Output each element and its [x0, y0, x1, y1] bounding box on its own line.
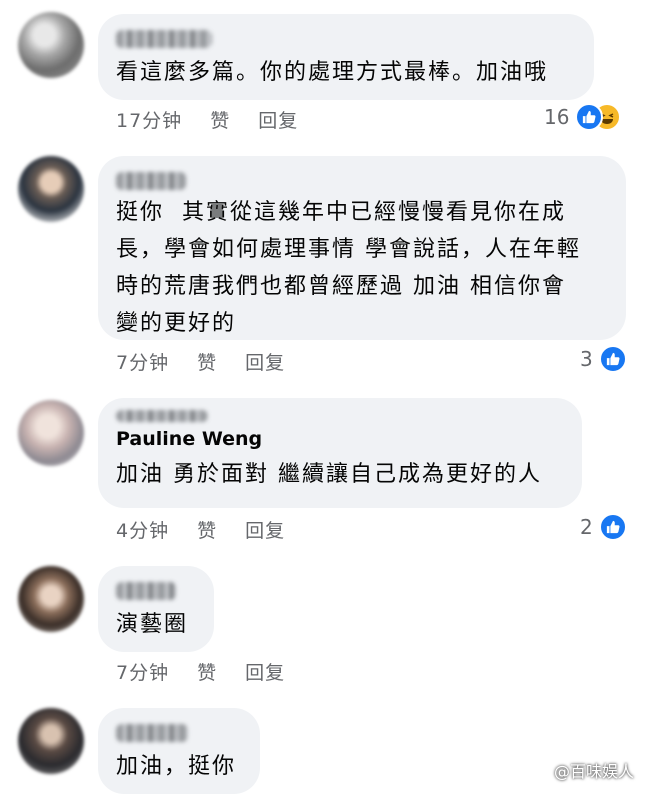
reply-button[interactable]: 回复 — [245, 516, 285, 543]
comment-actions: 17分钟 赞 回复 — [116, 106, 298, 133]
like-button[interactable]: 赞 — [210, 106, 230, 133]
like-icon — [598, 513, 627, 541]
comment-text: 看這麼多篇。你的處理方式最棒。加油哦 — [116, 60, 549, 85]
author-name[interactable]: Pauline Weng — [116, 428, 564, 450]
comment-bubble: 加油，挺你 — [98, 708, 260, 794]
comment-bubble: 挺你 其實從這幾年中已經慢慢看見你在成 長，學會如何處理事情 學會說話，人在年輕… — [98, 156, 626, 340]
comment-actions: 4分钟 赞 回复 — [116, 516, 285, 543]
timestamp: 4分钟 — [116, 520, 170, 542]
reaction-summary[interactable]: 2 — [580, 513, 627, 541]
reaction-count: 3 — [580, 347, 593, 371]
avatar[interactable] — [18, 566, 84, 632]
comment-actions: 7分钟 赞 回复 — [116, 348, 285, 375]
watermark: @百味娱人 — [554, 758, 634, 782]
watermark-text: @百味娱人 — [553, 762, 634, 781]
like-button[interactable]: 赞 — [197, 658, 217, 685]
comment-bubble: Pauline Weng 加油 勇於面對 繼續讓自己成為更好的人 — [98, 398, 582, 508]
timestamp: 17分钟 — [116, 110, 183, 132]
reaction-summary[interactable]: 3 — [580, 345, 627, 373]
reply-button[interactable]: 回复 — [245, 658, 285, 685]
comment-bubble: 看這麼多篇。你的處理方式最棒。加油哦 — [98, 14, 594, 100]
comment-actions: 7分钟 赞 回复 — [116, 658, 285, 685]
author-name-blurred[interactable] — [116, 582, 176, 600]
author-name-blurred[interactable] — [116, 410, 208, 422]
avatar[interactable] — [18, 156, 84, 222]
reaction-count: 2 — [580, 515, 593, 539]
comment-text: 加油，挺你 — [116, 754, 237, 779]
author-name-blurred[interactable] — [116, 30, 212, 48]
like-icon — [598, 345, 627, 373]
reply-button[interactable]: 回复 — [245, 348, 285, 375]
like-button[interactable]: 赞 — [197, 516, 217, 543]
reaction-summary[interactable]: 16 — [544, 103, 622, 131]
reaction-count: 16 — [544, 105, 570, 129]
comment-text: 挺你 其實從這幾年中已經慢慢看見你在成 長，學會如何處理事情 學會說話，人在年輕… — [116, 200, 581, 336]
reply-button[interactable]: 回复 — [258, 106, 298, 133]
avatar[interactable] — [18, 400, 84, 466]
comment-bubble: 演藝圈 — [98, 566, 214, 652]
timestamp: 7分钟 — [116, 662, 170, 684]
comment-text: 演藝圈 — [116, 612, 189, 637]
author-name-blurred[interactable] — [116, 724, 188, 742]
avatar[interactable] — [18, 12, 84, 78]
avatar[interactable] — [18, 708, 84, 774]
like-button[interactable]: 赞 — [197, 348, 217, 375]
timestamp: 7分钟 — [116, 352, 170, 374]
comment-text: 加油 勇於面對 繼續讓自己成為更好的人 — [116, 462, 542, 487]
author-name-blurred[interactable] — [116, 172, 186, 190]
